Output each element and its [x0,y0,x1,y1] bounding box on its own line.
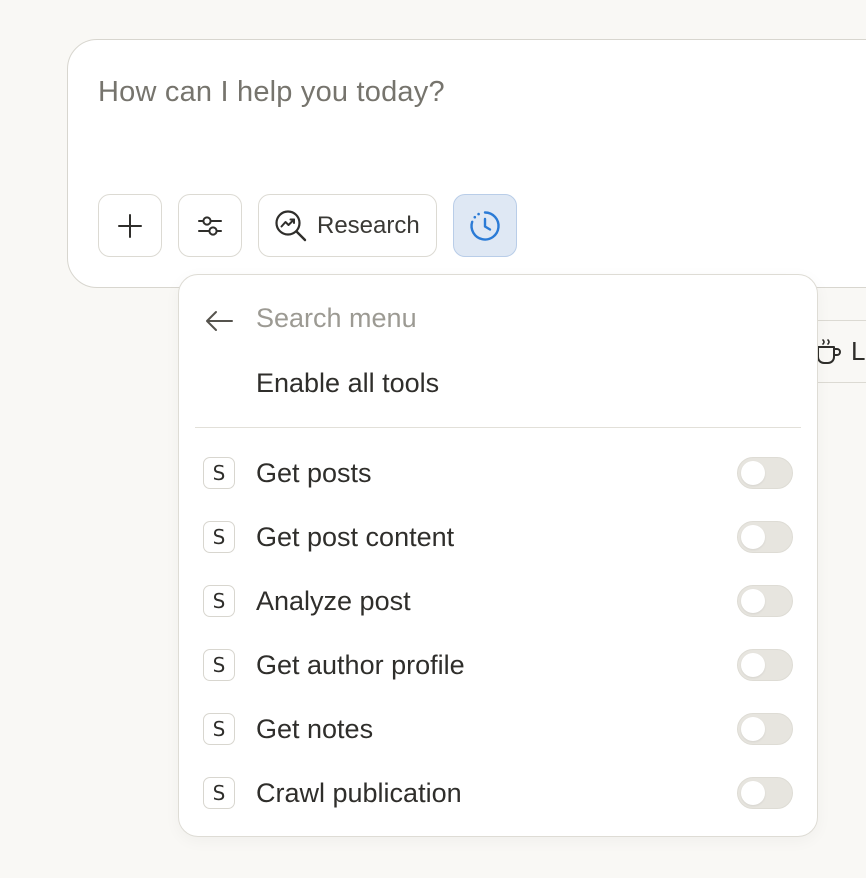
tool-toggle[interactable] [737,521,793,553]
tools-settings-button[interactable] [178,194,242,257]
toggle-knob [741,717,765,741]
tool-label: Get post content [256,521,455,552]
tool-label: Get posts [256,457,372,488]
enable-all-tools[interactable]: Enable all tools [256,368,439,399]
tool-toggle[interactable] [737,585,793,617]
toggle-knob [741,589,765,613]
tools-menu: Search menu Enable all tools S Get posts… [178,274,818,837]
message-input[interactable]: How can I help you today? [98,76,445,109]
tool-toggle[interactable] [737,457,793,489]
stage: How can I help you today? Research L Sea… [0,0,866,878]
tool-row-get-notes[interactable]: S Get notes [179,697,817,761]
service-badge: S [203,777,235,809]
tool-label: Analyze post [256,585,411,616]
menu-search[interactable]: Search menu [203,301,417,337]
service-badge: S [203,521,235,553]
menu-search-input[interactable]: Search menu [256,303,417,334]
tool-row-crawl-publication[interactable]: S Crawl publication [179,761,817,825]
research-icon [275,209,307,241]
tool-label: Get notes [256,713,374,744]
toggle-knob [741,781,765,805]
toggle-knob [741,461,765,485]
tool-toggle[interactable] [737,649,793,681]
coffee-icon [817,338,841,364]
sliders-icon [198,215,222,236]
research-button[interactable]: Research [258,194,437,257]
tool-row-analyze-post[interactable]: S Analyze post [179,569,817,633]
research-label: Research [317,211,420,239]
extended-thinking-button[interactable] [453,194,517,257]
tool-list: S Get posts S Get post content S Analyze… [179,441,817,825]
add-button[interactable] [98,194,162,257]
toggle-knob [741,525,765,549]
plus-icon [118,213,142,238]
tool-toggle[interactable] [737,777,793,809]
service-badge: S [203,585,235,617]
tool-toggle[interactable] [737,713,793,745]
toggle-knob [741,653,765,677]
tool-row-get-post-content[interactable]: S Get post content [179,505,817,569]
tool-row-get-author-profile[interactable]: S Get author profile [179,633,817,697]
tool-label: Crawl publication [256,777,462,808]
service-badge: S [203,713,235,745]
suggestion-chip-label: L [851,336,866,366]
chat-composer: How can I help you today? Research [67,39,866,288]
service-badge: S [203,457,235,489]
tool-label: Get author profile [256,649,465,680]
clock-icon [470,210,500,241]
arrow-left-icon[interactable] [203,305,235,337]
menu-divider [195,427,801,428]
tool-row-get-posts[interactable]: S Get posts [179,441,817,505]
service-badge: S [203,649,235,681]
